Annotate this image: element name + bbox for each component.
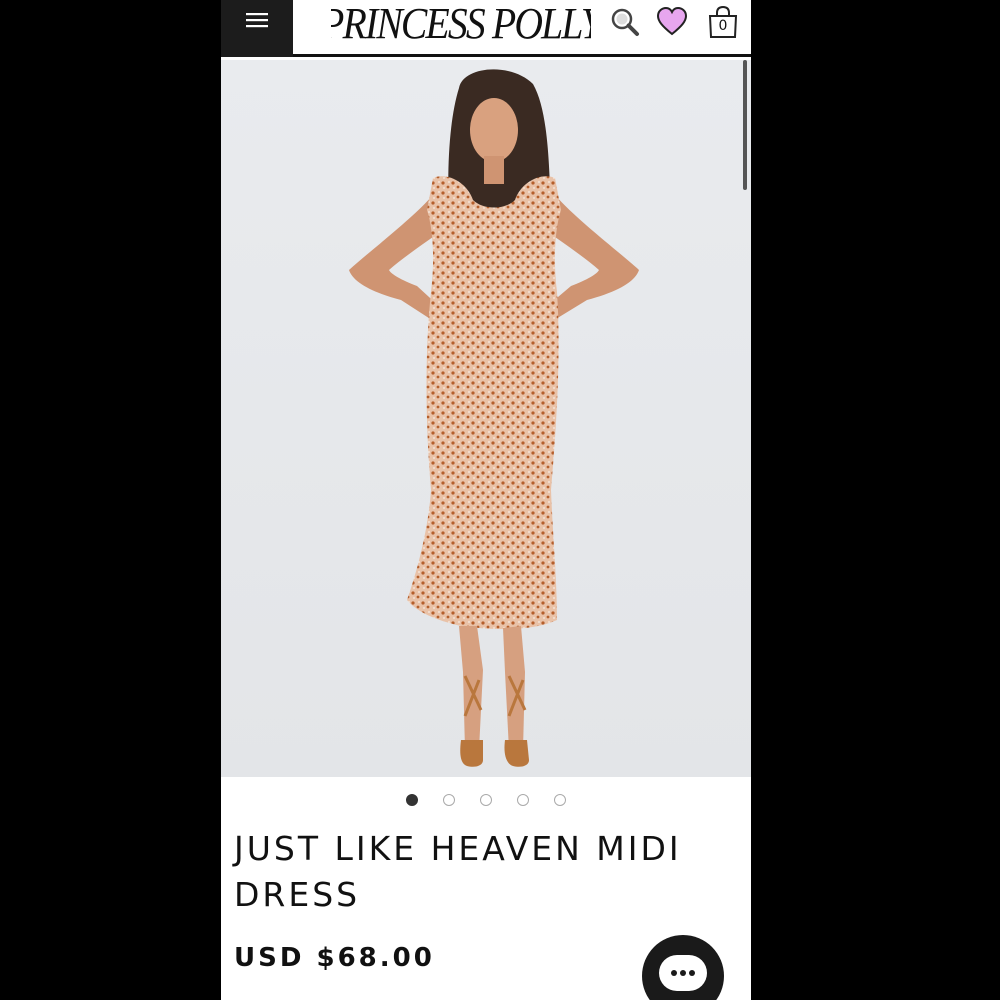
scrollbar[interactable] <box>743 60 747 190</box>
model-photo <box>221 60 751 777</box>
cart-count: 0 <box>718 18 728 34</box>
gallery-dot-1[interactable] <box>406 794 418 806</box>
heart-icon[interactable] <box>656 5 688 39</box>
mobile-viewport: PRINCESS POLLY 0 JUST LIKE HEAVEN MIDI D… <box>221 0 751 1000</box>
gallery-dot-5[interactable] <box>554 794 566 806</box>
gallery-pagination <box>221 792 751 810</box>
gallery-dot-4[interactable] <box>517 794 529 806</box>
brand-logo[interactable]: PRINCESS POLLY <box>331 0 591 50</box>
gallery-dot-3[interactable] <box>480 794 492 806</box>
search-icon[interactable] <box>609 5 641 39</box>
product-price: USD $68.00 <box>234 943 435 973</box>
product-image[interactable] <box>221 60 751 777</box>
site-header: PRINCESS POLLY 0 <box>221 0 751 57</box>
product-title: JUST LIKE HEAVEN MIDI DRESS <box>234 829 682 914</box>
menu-button[interactable] <box>221 0 293 57</box>
gallery-dot-2[interactable] <box>443 794 455 806</box>
svg-text:PRINCESS POLLY: PRINCESS POLLY <box>331 0 591 48</box>
hamburger-icon <box>246 13 268 28</box>
shopping-bag-button[interactable]: 0 <box>706 5 740 39</box>
chat-button[interactable] <box>642 935 724 1000</box>
chat-bubble-icon <box>659 955 707 991</box>
